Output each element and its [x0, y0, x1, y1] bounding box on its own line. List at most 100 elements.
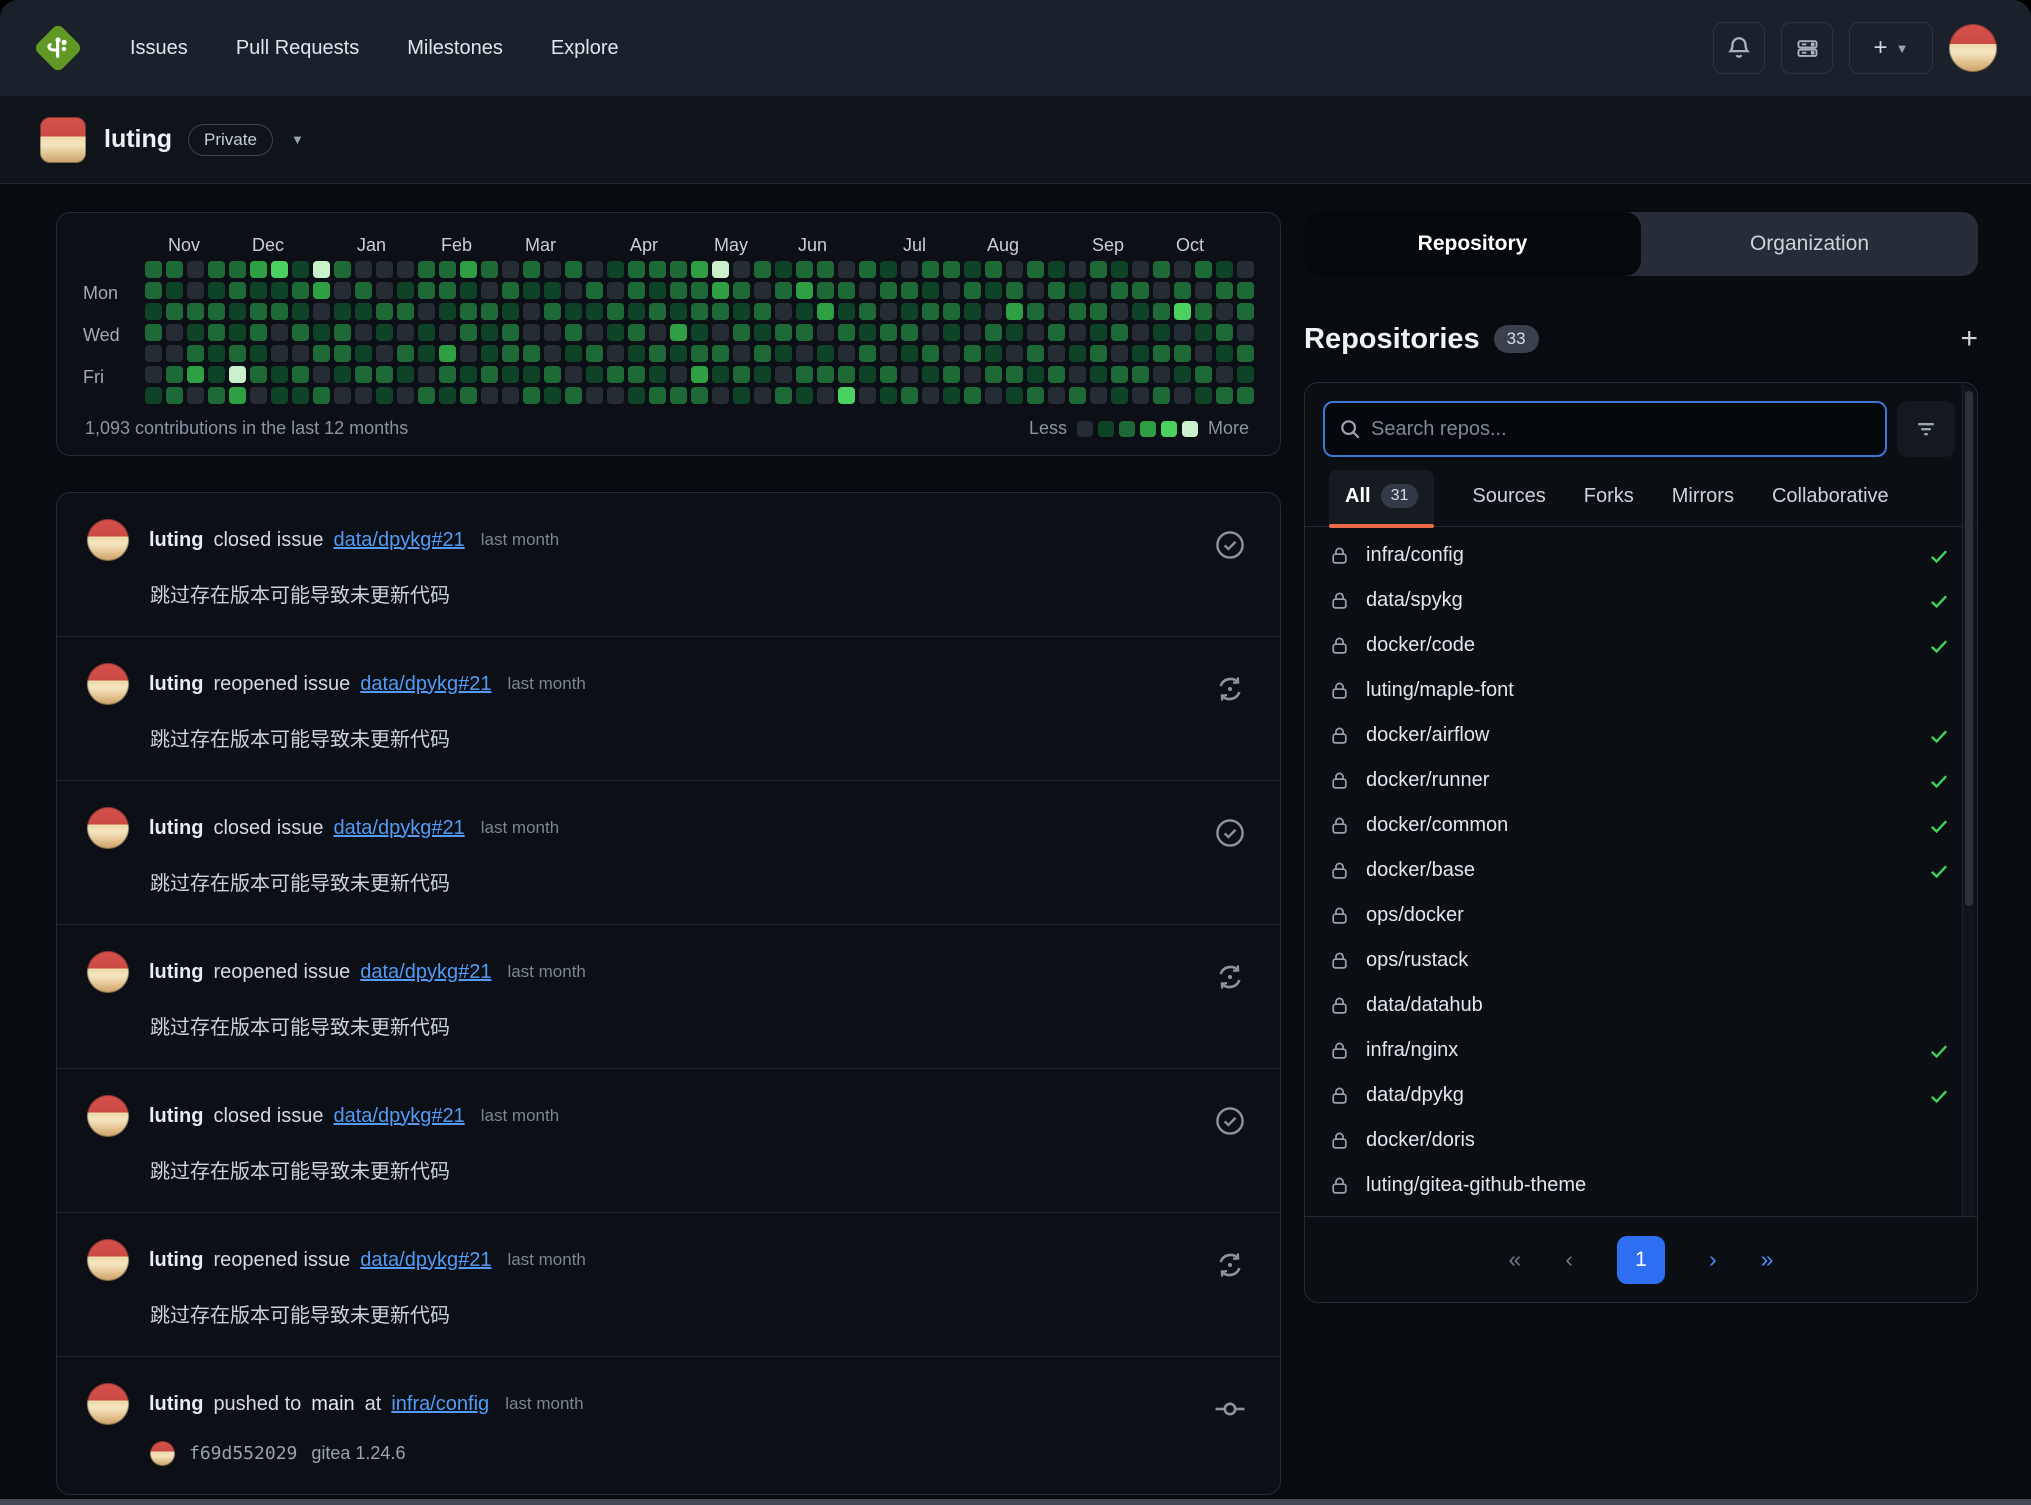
- repo-row[interactable]: ops/rustack: [1305, 938, 1977, 983]
- repo-row[interactable]: ops/docker: [1305, 893, 1977, 938]
- issue-repo-link[interactable]: data/dpykg#21: [360, 1249, 491, 1272]
- tab-repository[interactable]: Repository: [1304, 212, 1641, 276]
- repo-name-link[interactable]: infra/nginx: [1366, 1039, 1458, 1062]
- branch-link[interactable]: main: [311, 1393, 354, 1416]
- pagination-page-1[interactable]: 1: [1617, 1236, 1665, 1284]
- actor-avatar[interactable]: [87, 663, 129, 705]
- heatmap-cell: [712, 345, 729, 362]
- repo-row[interactable]: luting/maple-font: [1305, 668, 1977, 713]
- repo-row[interactable]: data/datahub: [1305, 983, 1977, 1028]
- repo-name-link[interactable]: docker/common: [1366, 814, 1508, 837]
- month-label: Jan: [357, 235, 386, 256]
- filter-tab-all[interactable]: All31: [1329, 470, 1434, 526]
- chevron-down-icon[interactable]: ▼: [291, 132, 304, 147]
- actor-avatar[interactable]: [87, 519, 129, 561]
- issue-repo-link[interactable]: data/dpykg#21: [334, 1105, 465, 1128]
- nav-link-issues[interactable]: Issues: [130, 37, 188, 60]
- repo-row[interactable]: infra/nginx: [1305, 1028, 1977, 1073]
- heatmap-cell: [1216, 387, 1233, 404]
- notifications-button[interactable]: [1713, 22, 1765, 74]
- filter-tab-collaborative[interactable]: Collaborative: [1772, 471, 1889, 526]
- pagination-last[interactable]: »: [1761, 1246, 1774, 1273]
- actor-name[interactable]: luting: [149, 817, 203, 840]
- repo-name-link[interactable]: docker/base: [1366, 859, 1475, 882]
- repo-name-link[interactable]: data/datahub: [1366, 994, 1483, 1017]
- heatmap-cell: [1237, 282, 1254, 299]
- admin-panel-button[interactable]: [1781, 22, 1833, 74]
- commit-message: gitea 1.24.6: [311, 1443, 405, 1464]
- heatmap-cell: [1216, 345, 1233, 362]
- heatmap-cell: [292, 282, 309, 299]
- heatmap-cell: [712, 261, 729, 278]
- heatmap-cell: [229, 366, 246, 383]
- repo-name-link[interactable]: docker/doris: [1366, 1129, 1475, 1152]
- gitea-logo-icon[interactable]: [34, 24, 82, 72]
- filter-tab-forks[interactable]: Forks: [1584, 471, 1634, 526]
- add-repository-button[interactable]: +: [1960, 322, 1978, 356]
- filter-button[interactable]: [1897, 401, 1955, 457]
- actor-name[interactable]: luting: [149, 1393, 203, 1416]
- actor-avatar[interactable]: [87, 1239, 129, 1281]
- repo-list: infra/config data/spykg docker/code luting/…: [1305, 527, 1977, 1216]
- profile-avatar[interactable]: [40, 117, 86, 163]
- actor-avatar[interactable]: [87, 807, 129, 849]
- repo-name-link[interactable]: docker/airflow: [1366, 724, 1489, 747]
- repo-name-link[interactable]: docker/code: [1366, 634, 1475, 657]
- pagination-next[interactable]: ›: [1709, 1246, 1717, 1273]
- repo-name-link[interactable]: infra/config: [1366, 544, 1464, 567]
- actor-avatar[interactable]: [87, 1095, 129, 1137]
- repo-row[interactable]: infra/config: [1305, 533, 1977, 578]
- issue-repo-link[interactable]: infra/config: [391, 1393, 489, 1416]
- actor-name[interactable]: luting: [149, 961, 203, 984]
- actor-avatar[interactable]: [87, 1383, 129, 1425]
- issue-repo-link[interactable]: data/dpykg#21: [334, 529, 465, 552]
- issue-repo-link[interactable]: data/dpykg#21: [360, 961, 491, 984]
- repo-name-link[interactable]: luting/maple-font: [1366, 679, 1514, 702]
- repo-list-scrollbar[interactable]: [1962, 385, 1975, 1216]
- repo-name-link[interactable]: data/spykg: [1366, 589, 1463, 612]
- tab-organization[interactable]: Organization: [1641, 212, 1978, 276]
- repo-row[interactable]: docker/airflow: [1305, 713, 1977, 758]
- scrollbar-thumb[interactable]: [1965, 391, 1973, 906]
- repo-name-link[interactable]: ops/docker: [1366, 904, 1464, 927]
- repo-row[interactable]: docker/base: [1305, 848, 1977, 893]
- repo-name-link[interactable]: luting/gitea-github-theme: [1366, 1174, 1586, 1197]
- nav-link-explore[interactable]: Explore: [551, 37, 619, 60]
- repo-name-link[interactable]: data/dpykg: [1366, 1084, 1464, 1107]
- create-new-button[interactable]: + ▼: [1849, 22, 1933, 74]
- filter-tab-mirrors[interactable]: Mirrors: [1672, 471, 1734, 526]
- actor-name[interactable]: luting: [149, 529, 203, 552]
- repo-name-link[interactable]: ops/rustack: [1366, 949, 1468, 972]
- heatmap-cell: [229, 282, 246, 299]
- commit-sha-link[interactable]: f69d552029: [189, 1443, 297, 1464]
- nav-link-pull-requests[interactable]: Pull Requests: [236, 37, 359, 60]
- heatmap-cell: [292, 366, 309, 383]
- filter-tab-sources[interactable]: Sources: [1472, 471, 1545, 526]
- user-avatar[interactable]: [1949, 24, 1997, 72]
- repo-row[interactable]: docker/code: [1305, 623, 1977, 668]
- repo-row[interactable]: data/spykg: [1305, 578, 1977, 623]
- repo-row[interactable]: docker/common: [1305, 803, 1977, 848]
- issue-repo-link[interactable]: data/dpykg#21: [334, 817, 465, 840]
- repo-row[interactable]: docker/runner: [1305, 758, 1977, 803]
- pagination-first[interactable]: «: [1509, 1246, 1522, 1273]
- heatmap-cell: [691, 282, 708, 299]
- actor-avatar[interactable]: [87, 951, 129, 993]
- repo-row[interactable]: luting/gitea-github-theme: [1305, 1163, 1977, 1208]
- actor-name[interactable]: luting: [149, 1249, 203, 1272]
- actor-name[interactable]: luting: [149, 1105, 203, 1128]
- nav-link-milestones[interactable]: Milestones: [407, 37, 503, 60]
- pagination-prev[interactable]: ‹: [1565, 1246, 1573, 1273]
- heatmap-cell: [880, 345, 897, 362]
- issue-reopened-icon: [1214, 673, 1246, 705]
- heatmap-cell: [1090, 261, 1107, 278]
- repo-search-input[interactable]: [1371, 418, 1871, 441]
- actor-name[interactable]: luting: [149, 673, 203, 696]
- profile-header: luting Private ▼: [0, 96, 2031, 184]
- heatmap-cell: [397, 324, 414, 341]
- repo-row[interactable]: docker/doris: [1305, 1118, 1977, 1163]
- repo-row[interactable]: data/dpykg: [1305, 1073, 1977, 1118]
- issue-repo-link[interactable]: data/dpykg#21: [360, 673, 491, 696]
- repo-name-link[interactable]: docker/runner: [1366, 769, 1489, 792]
- feed-timestamp: last month: [505, 1394, 583, 1414]
